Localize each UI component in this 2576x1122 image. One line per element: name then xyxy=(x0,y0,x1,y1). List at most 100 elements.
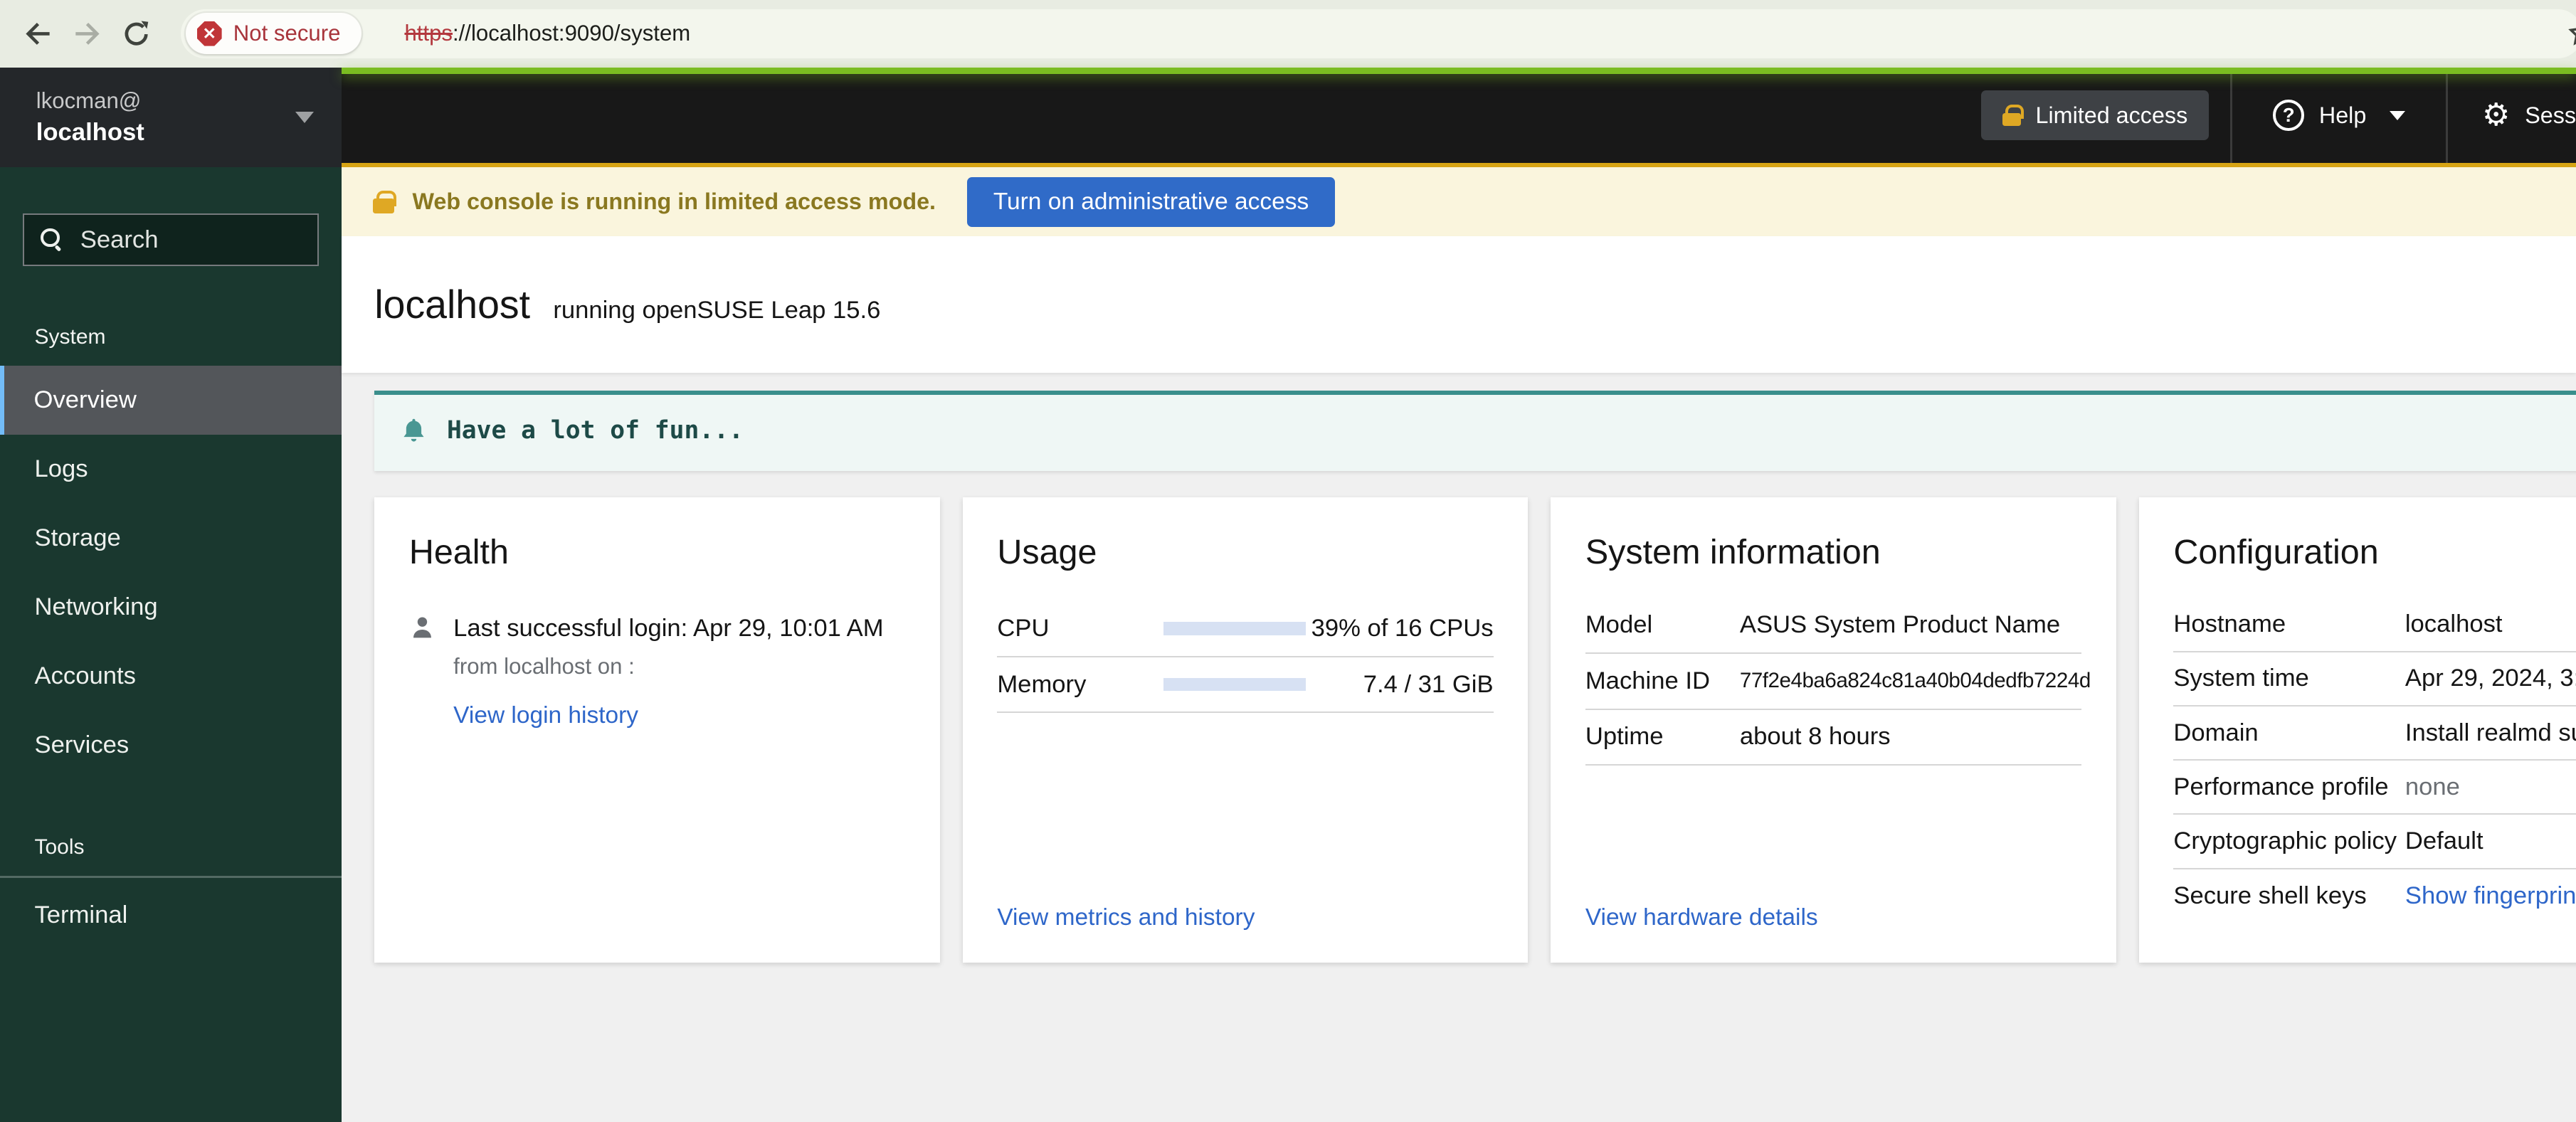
refresh-icon xyxy=(122,20,150,48)
host-name: localhost xyxy=(36,119,144,147)
sidebar-item-storage[interactable]: Storage xyxy=(0,504,342,573)
url-text: https://localhost:9090/system xyxy=(404,21,690,46)
domain-row: Domain Install realmd suppo xyxy=(2173,706,2576,761)
last-login-text: Last successful login: Apr 29, 10:01 AM xyxy=(453,615,883,642)
machine-id-value: 77f2e4ba6a824c81a40b04dedfb7224d xyxy=(1740,669,2091,693)
hostname-label: Hostname xyxy=(2173,610,2405,638)
health-card: Health Last successful login: Apr 29, 10… xyxy=(374,497,939,962)
view-metrics-link[interactable]: View metrics and history xyxy=(997,904,1255,931)
machine-id-label: Machine ID xyxy=(1585,667,1740,695)
memory-usage-value: 7.4 / 31 GiB xyxy=(1306,671,1493,699)
performance-profile-value: none xyxy=(2405,773,2460,801)
crypto-policy-row: Cryptographic policy Default xyxy=(2173,815,2576,869)
help-menu-button[interactable]: ? Help xyxy=(2232,100,2446,131)
performance-profile-label: Performance profile xyxy=(2173,773,2405,801)
sidebar-section-tools: Tools xyxy=(34,835,342,859)
session-label: Sess xyxy=(2525,102,2576,129)
sidebar-item-networking[interactable]: Networking xyxy=(0,573,342,642)
system-information-card: System information Model ASUS System Pro… xyxy=(1551,497,2116,962)
show-fingerprints-link[interactable]: Show fingerprints xyxy=(2405,882,2576,910)
sidebar-item-logs[interactable]: Logs xyxy=(0,435,342,504)
overview-content: Have a lot of fun... Health Last success… xyxy=(342,373,2576,1122)
search-input[interactable] xyxy=(80,226,301,254)
login-origin-text: from localhost on : xyxy=(453,654,883,679)
configuration-card: Configuration Hostname localhost System … xyxy=(2139,497,2576,962)
cpu-usage-value: 39% of 16 CPUs xyxy=(1306,615,1493,642)
sidebar-divider xyxy=(0,876,342,877)
system-information-title: System information xyxy=(1585,532,2081,572)
session-menu-button[interactable]: ⚙ Sess xyxy=(2448,100,2576,131)
machine-id-row: Machine ID 77f2e4ba6a824c81a40b04dedfb72… xyxy=(1585,654,2081,709)
memory-usage-row: Memory 7.4 / 31 GiB xyxy=(997,657,1493,713)
brand-green-strip xyxy=(342,68,2576,74)
help-label: Help xyxy=(2319,102,2366,129)
memory-label: Memory xyxy=(997,671,1163,699)
bookmark-star-icon[interactable] xyxy=(2568,19,2576,47)
refresh-button[interactable] xyxy=(112,9,161,58)
domain-value: Install realmd suppo xyxy=(2405,719,2576,747)
forward-button[interactable] xyxy=(63,9,112,58)
chevron-down-icon xyxy=(295,112,314,123)
motd-banner: Have a lot of fun... xyxy=(374,391,2576,471)
sidebar: System Overview Logs Storage Networking … xyxy=(0,167,342,1121)
model-row: Model ASUS System Product Name xyxy=(1585,598,2081,654)
host-user: lkocman@ xyxy=(36,88,144,114)
sidebar-item-terminal[interactable]: Terminal xyxy=(0,881,342,950)
security-chip[interactable]: ✕ Not secure xyxy=(186,13,362,54)
page-title-hostname: localhost xyxy=(374,282,530,327)
model-label: Model xyxy=(1585,611,1740,639)
back-button[interactable] xyxy=(13,9,62,58)
sidebar-item-overview[interactable]: Overview xyxy=(0,366,342,435)
user-icon xyxy=(409,615,436,729)
ssh-keys-label: Secure shell keys xyxy=(2173,882,2405,910)
crypto-policy-value: Default xyxy=(2405,827,2483,855)
url-rest: ://localhost:9090/system xyxy=(453,21,690,46)
not-secure-icon: ✕ xyxy=(197,21,222,46)
uptime-row: Uptime about 8 hours xyxy=(1585,710,2081,766)
system-time-value: Apr 29, 2024, 3:24 P xyxy=(2405,665,2576,692)
back-arrow-icon xyxy=(25,21,51,47)
bell-icon xyxy=(401,417,427,445)
gear-icon: ⚙ xyxy=(2482,100,2510,131)
hostname-value: localhost xyxy=(2405,610,2503,638)
uptime-label: Uptime xyxy=(1585,723,1740,751)
masthead-row: lkocman@ localhost Limited access ? Help… xyxy=(0,68,2576,168)
view-login-history-link[interactable]: View login history xyxy=(453,702,638,729)
sidebar-item-accounts[interactable]: Accounts xyxy=(0,642,342,711)
limited-access-label: Limited access xyxy=(2036,102,2188,129)
performance-profile-row: Performance profile none xyxy=(2173,761,2576,815)
address-bar[interactable]: ✕ Not secure https://localhost:9090/syst… xyxy=(181,9,2576,58)
host-switcher[interactable]: lkocman@ localhost xyxy=(0,68,342,168)
security-label: Not secure xyxy=(233,21,341,46)
usage-card-title: Usage xyxy=(997,532,1493,572)
health-card-title: Health xyxy=(409,532,905,572)
question-circle-icon: ? xyxy=(2273,100,2304,131)
health-login-info: Last successful login: Apr 29, 10:01 AM … xyxy=(453,615,883,729)
chevron-down-icon xyxy=(2390,111,2405,120)
domain-label: Domain xyxy=(2173,719,2405,747)
search-icon xyxy=(41,228,63,251)
crypto-policy-label: Cryptographic policy xyxy=(2173,827,2405,855)
model-value: ASUS System Product Name xyxy=(1740,611,2060,639)
view-hardware-details-link[interactable]: View hardware details xyxy=(1585,904,1818,931)
system-time-label: System time xyxy=(2173,665,2405,692)
configuration-title: Configuration xyxy=(2173,532,2576,572)
page-header: localhost running openSUSE Leap 15.6 xyxy=(342,236,2576,373)
turn-on-admin-access-button[interactable]: Turn on administrative access xyxy=(967,177,1335,227)
system-time-row: System time Apr 29, 2024, 3:24 P xyxy=(2173,652,2576,706)
usage-card: Usage CPU 39% of 16 CPUs Memory 7.4 / 31… xyxy=(963,497,1528,962)
sidebar-search[interactable] xyxy=(23,213,319,266)
sidebar-item-services[interactable]: Services xyxy=(0,711,342,780)
memory-progress-bar xyxy=(1163,678,1307,691)
limited-access-banner: Web console is running in limited access… xyxy=(342,167,2576,236)
limited-access-button[interactable]: Limited access xyxy=(1981,90,2209,139)
screen: ✕ Not secure https://localhost:9090/syst… xyxy=(0,0,2576,1122)
forward-arrow-icon xyxy=(74,21,100,47)
cards-row: Health Last successful login: Apr 29, 10… xyxy=(374,497,2576,962)
host-switcher-labels: lkocman@ localhost xyxy=(36,88,144,147)
page-subtitle-os: running openSUSE Leap 15.6 xyxy=(553,297,880,324)
limited-access-message: Web console is running in limited access… xyxy=(412,189,936,215)
url-scheme: https xyxy=(404,21,453,46)
browser-toolbar: ✕ Not secure https://localhost:9090/syst… xyxy=(0,0,2576,68)
hostname-row: Hostname localhost xyxy=(2173,598,2576,652)
